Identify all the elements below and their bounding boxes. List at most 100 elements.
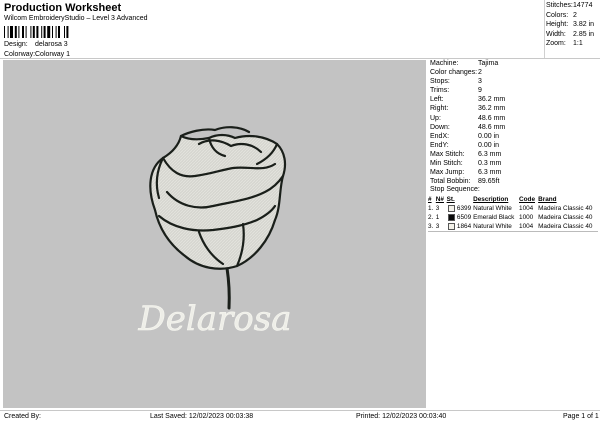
detail-label: Total Bobbin: xyxy=(430,178,471,186)
header-separator xyxy=(0,58,600,59)
detail-value: 48.6 mm xyxy=(478,114,506,122)
detail-label: Trims: xyxy=(430,87,450,95)
detail-label: Up: xyxy=(430,114,441,122)
thread-code: 1004 xyxy=(519,223,534,230)
detail-row: EndY: 0.00 in xyxy=(430,142,598,151)
stat-value: 2.85 in xyxy=(573,30,595,38)
barcode-bar xyxy=(4,26,5,38)
stitch-count: 6509 xyxy=(447,213,474,222)
row-index: 2. xyxy=(428,214,434,221)
detail-row: Left: 36.2 mm xyxy=(430,96,598,105)
needle-number: 3 xyxy=(435,205,440,212)
barcode-bar xyxy=(22,26,24,38)
stats-panel: Stitches: 14774 Colors: 2 Height: 3.82 in W… xyxy=(546,2,600,48)
machine-details: Machine: Tajima Color changes: 2 Stops: 3 Trim… xyxy=(430,60,598,187)
page-number: Page 1 of 1 xyxy=(563,413,599,420)
row-index: 1. xyxy=(428,205,434,212)
barcode-bar xyxy=(36,26,39,38)
table-body: 1. 3 6399 Natural White 1004 Madeira Classic… xyxy=(428,204,598,231)
barcode-bar xyxy=(55,26,57,38)
detail-value: 2 xyxy=(478,69,482,77)
header-divider xyxy=(544,0,545,58)
rose-embroidery-image: Delarosa xyxy=(137,126,292,339)
thread-description: Emerald Black xyxy=(473,214,515,221)
detail-row: Max Jump: 6.3 mm xyxy=(430,169,598,178)
page-title: Production Worksheet xyxy=(4,2,122,14)
stat-value: 3.82 in xyxy=(573,21,595,28)
detail-row: Max Stitch: 6.3 mm xyxy=(430,151,598,160)
stat-label: Zoom: xyxy=(546,40,566,47)
created-by: Created By: xyxy=(4,413,41,420)
detail-value: 0.3 mm xyxy=(478,160,502,168)
design-value: delarosa 3 xyxy=(35,41,68,48)
needle-number: 3 xyxy=(435,223,440,230)
barcode-bar xyxy=(52,26,53,38)
printed-date: Printed: 12/02/2023 00:03:40 xyxy=(356,413,447,420)
detail-label: EndX: xyxy=(430,132,450,140)
barcode-bar xyxy=(32,26,35,38)
stat-value: 2 xyxy=(573,11,577,19)
thread-brand: Madeira Classic 40 xyxy=(538,214,593,221)
design-preview: Delarosa xyxy=(3,60,426,408)
detail-value: 6.3 mm xyxy=(478,150,502,158)
detail-value: 48.6 mm xyxy=(478,123,506,131)
detail-row: Down: 48.6 mm xyxy=(430,124,598,133)
detail-row: Right: 36.2 mm xyxy=(430,105,598,114)
table-divider xyxy=(428,231,598,232)
colorway-value: Colorway 1 xyxy=(35,51,71,58)
barcode-bar xyxy=(43,26,46,38)
thread-brand: Madeira Classic 40 xyxy=(538,205,593,212)
detail-value: Tajima xyxy=(478,60,499,67)
barcode-bar xyxy=(41,26,43,38)
barcode-bar xyxy=(25,26,27,38)
table-header-row: # N# St. Description Code Brand xyxy=(428,195,598,204)
detail-value: 89.65ft xyxy=(478,178,500,186)
row-index: 3. xyxy=(428,223,434,230)
detail-row: Stops: 3 xyxy=(430,78,598,87)
column-header: Brand xyxy=(538,196,557,203)
barcode-bar xyxy=(30,26,32,38)
detail-label: Down: xyxy=(430,123,450,131)
colorway-label: Colorway: xyxy=(4,51,36,58)
detail-value: 0.00 in xyxy=(478,141,500,149)
column-header: St. xyxy=(446,196,455,203)
stat-value: 1:1 xyxy=(573,40,583,47)
thread-code: 1000 xyxy=(519,214,534,221)
barcode-bar xyxy=(64,26,65,38)
table-row: 1. 3 6399 Natural White 1004 Madeira Classic… xyxy=(428,204,598,213)
thread-description: Natural White xyxy=(473,223,512,230)
detail-row: Color changes: 2 xyxy=(430,69,598,78)
barcode xyxy=(4,26,69,38)
detail-value: 3 xyxy=(478,78,482,86)
detail-label: Color changes: xyxy=(430,69,478,77)
software-subtitle: Wilcom EmbroideryStudio – Level 3 Advanc… xyxy=(4,15,148,22)
detail-row: EndX: 0.00 in xyxy=(430,133,598,142)
stitch-count: 1864 xyxy=(447,222,474,231)
detail-row: Min Stitch: 0.3 mm xyxy=(430,160,598,169)
detail-row: Trims: 9 xyxy=(430,87,598,96)
stat-label: Height: xyxy=(546,21,569,28)
stop-sequence-label: Stop Sequence: xyxy=(430,186,480,193)
detail-value: 6.3 mm xyxy=(478,169,502,177)
barcode-bar xyxy=(18,26,20,38)
thread-description: Natural White xyxy=(473,205,512,212)
thread-brand: Madeira Classic 40 xyxy=(538,223,593,230)
thread-code: 1004 xyxy=(519,205,534,212)
column-header: Description xyxy=(473,196,509,203)
table-row: 3. 3 1864 Natural White 1004 Madeira Classic… xyxy=(428,222,598,231)
stitch-count: 6399 xyxy=(447,204,474,213)
column-header: N# xyxy=(435,196,444,203)
stat-label: Width: xyxy=(546,30,566,38)
detail-label: Stops: xyxy=(430,78,450,86)
rose-flower xyxy=(149,126,287,310)
detail-label: Min Stitch: xyxy=(430,160,463,168)
barcode-bar xyxy=(66,26,69,38)
stop-sequence-table: # N# St. Description Code Brand 1. 3 6399 Natur… xyxy=(428,195,598,231)
stat-value: 14774 xyxy=(573,2,593,9)
detail-label: Max Stitch: xyxy=(430,150,465,158)
footer-separator xyxy=(0,410,600,411)
detail-label: EndY: xyxy=(430,141,449,149)
barcode-bar xyxy=(58,26,60,38)
stat-label: Stitches: xyxy=(546,2,573,9)
detail-row: Machine: Tajima xyxy=(430,60,598,69)
